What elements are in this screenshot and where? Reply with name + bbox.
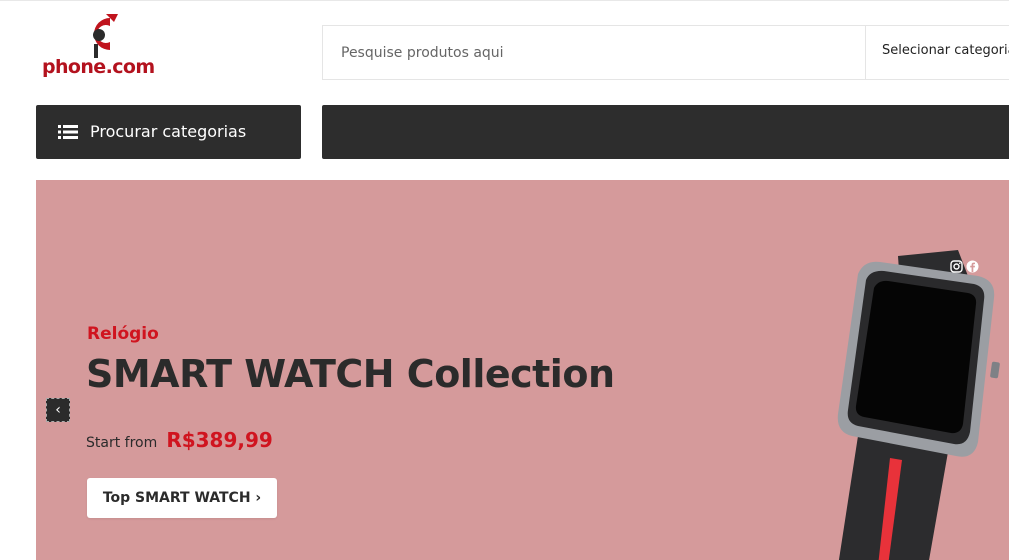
top-border xyxy=(0,0,1009,1)
category-select[interactable]: Selecionar categoria xyxy=(882,43,1009,58)
hero-price-row: Start from R$389,99 xyxy=(86,428,273,452)
browse-categories-label: Procurar categorias xyxy=(90,122,247,141)
logo-mark-icon xyxy=(93,14,118,58)
hero-title: SMART WATCH Collection xyxy=(86,352,615,396)
social-icons xyxy=(950,260,982,274)
hero-category-label: Relógio xyxy=(87,324,159,344)
site-logo[interactable]: phone.com xyxy=(40,12,170,84)
logo-text: phone.com xyxy=(42,56,155,78)
smartwatch-product-image xyxy=(837,250,1000,560)
hero-cta-button[interactable]: Top SMART WATCH › xyxy=(87,478,277,518)
search-input[interactable] xyxy=(323,26,863,79)
instagram-icon[interactable] xyxy=(950,260,963,273)
hero-banner: ‹ Relógio SMART WATCH Collection Start f… xyxy=(36,180,1009,560)
main-navigation-bar xyxy=(322,105,1009,159)
hero-price-prefix: Start from xyxy=(86,435,158,451)
browse-categories-button[interactable]: Procurar categorias xyxy=(36,105,301,159)
hero-price: R$389,99 xyxy=(166,428,273,452)
slider-prev-button[interactable]: ‹ xyxy=(46,398,70,422)
search-divider xyxy=(865,26,866,79)
facebook-icon[interactable] xyxy=(966,260,979,273)
list-icon xyxy=(58,125,78,139)
search-bar: Selecionar categoria xyxy=(322,25,1009,80)
